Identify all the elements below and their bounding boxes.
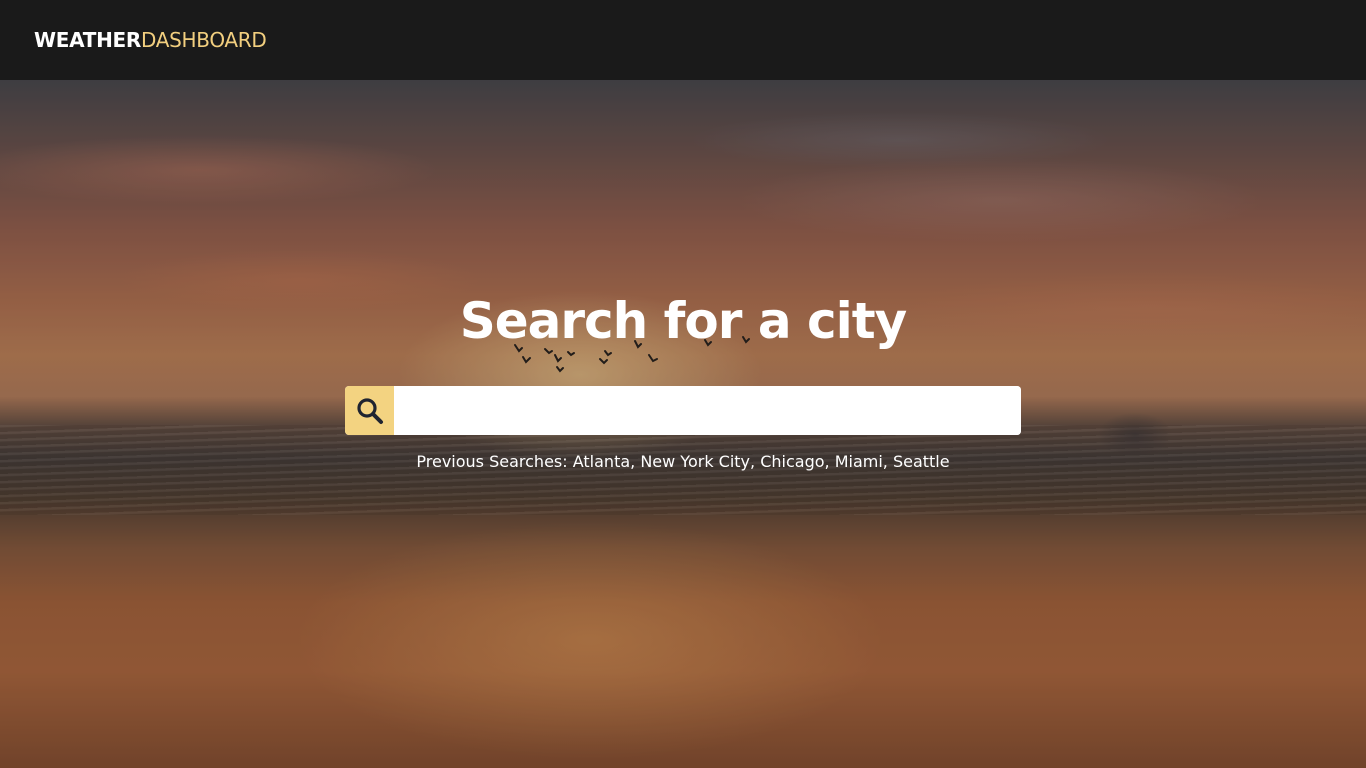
search-icon — [356, 397, 383, 424]
city-search-input[interactable] — [394, 386, 1021, 435]
previous-searches: Previous Searches: Atlanta, New York Cit… — [416, 452, 950, 471]
previous-search-city[interactable]: New York City — [640, 452, 750, 471]
previous-search-city[interactable]: Chicago — [760, 452, 824, 471]
page-title: Search for a city — [459, 292, 908, 350]
search-bar — [345, 386, 1021, 435]
previous-search-city[interactable]: Seattle — [893, 452, 950, 471]
brand-text-weather: WEATHER — [34, 28, 141, 52]
navbar: WEATHER DASHBOARD — [0, 0, 1366, 80]
search-button[interactable] — [345, 386, 394, 435]
brand-logo[interactable]: WEATHER DASHBOARD — [34, 28, 267, 52]
previous-searches-label: Previous Searches: — [416, 452, 568, 471]
previous-search-city[interactable]: Atlanta — [573, 452, 630, 471]
previous-search-city[interactable]: Miami — [835, 452, 883, 471]
brand-text-dashboard: DASHBOARD — [141, 28, 267, 52]
